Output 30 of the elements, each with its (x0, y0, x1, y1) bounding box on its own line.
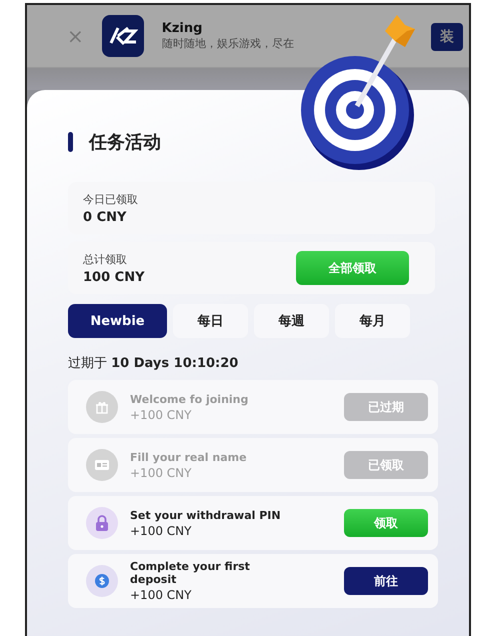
lock-icon (95, 515, 109, 531)
summary-label: 今日已领取 (83, 192, 138, 206)
summary-label: 总计领取 (83, 252, 128, 266)
install-button[interactable]: 装 (431, 23, 463, 51)
summary-value: 0 CNY (83, 210, 128, 224)
claim-all-button[interactable]: 全部领取 (296, 251, 409, 285)
period-tab[interactable]: Newbie (68, 304, 167, 338)
summary-value: 100 CNY (83, 270, 144, 284)
title-accent (68, 132, 73, 152)
task-title: Fill your real name (130, 450, 248, 464)
task-reward: +100 CNY (130, 524, 192, 538)
task-title: Welcome fo joining (130, 392, 250, 406)
gift-icon (95, 400, 109, 414)
task-title: Set your withdrawal PIN (130, 508, 282, 522)
period-tab[interactable]: 每日 (173, 304, 248, 338)
app-logo-icon (102, 15, 144, 57)
dollar-icon (95, 574, 109, 588)
task-reward: +100 CNY (130, 466, 192, 480)
period-tab[interactable]: 每週 (254, 304, 329, 338)
period-tab[interactable]: 每月 (335, 304, 410, 338)
app-name: Kzing (162, 21, 204, 36)
expiry-text: 过期于 10 Days 10:10:20 (68, 355, 240, 372)
id-card-icon (95, 459, 109, 471)
task-title: Complete your first deposit (130, 560, 251, 586)
panel-title: 任务活动 (89, 131, 161, 154)
app-tagline: 随时随地，娱乐游戏，尽在 (162, 36, 294, 51)
task-reward: +100 CNY (130, 408, 192, 422)
task-reward: +100 CNY (130, 588, 192, 602)
task-action-button[interactable]: 前往 (344, 567, 428, 595)
task-action-button[interactable]: 领取 (344, 509, 428, 537)
